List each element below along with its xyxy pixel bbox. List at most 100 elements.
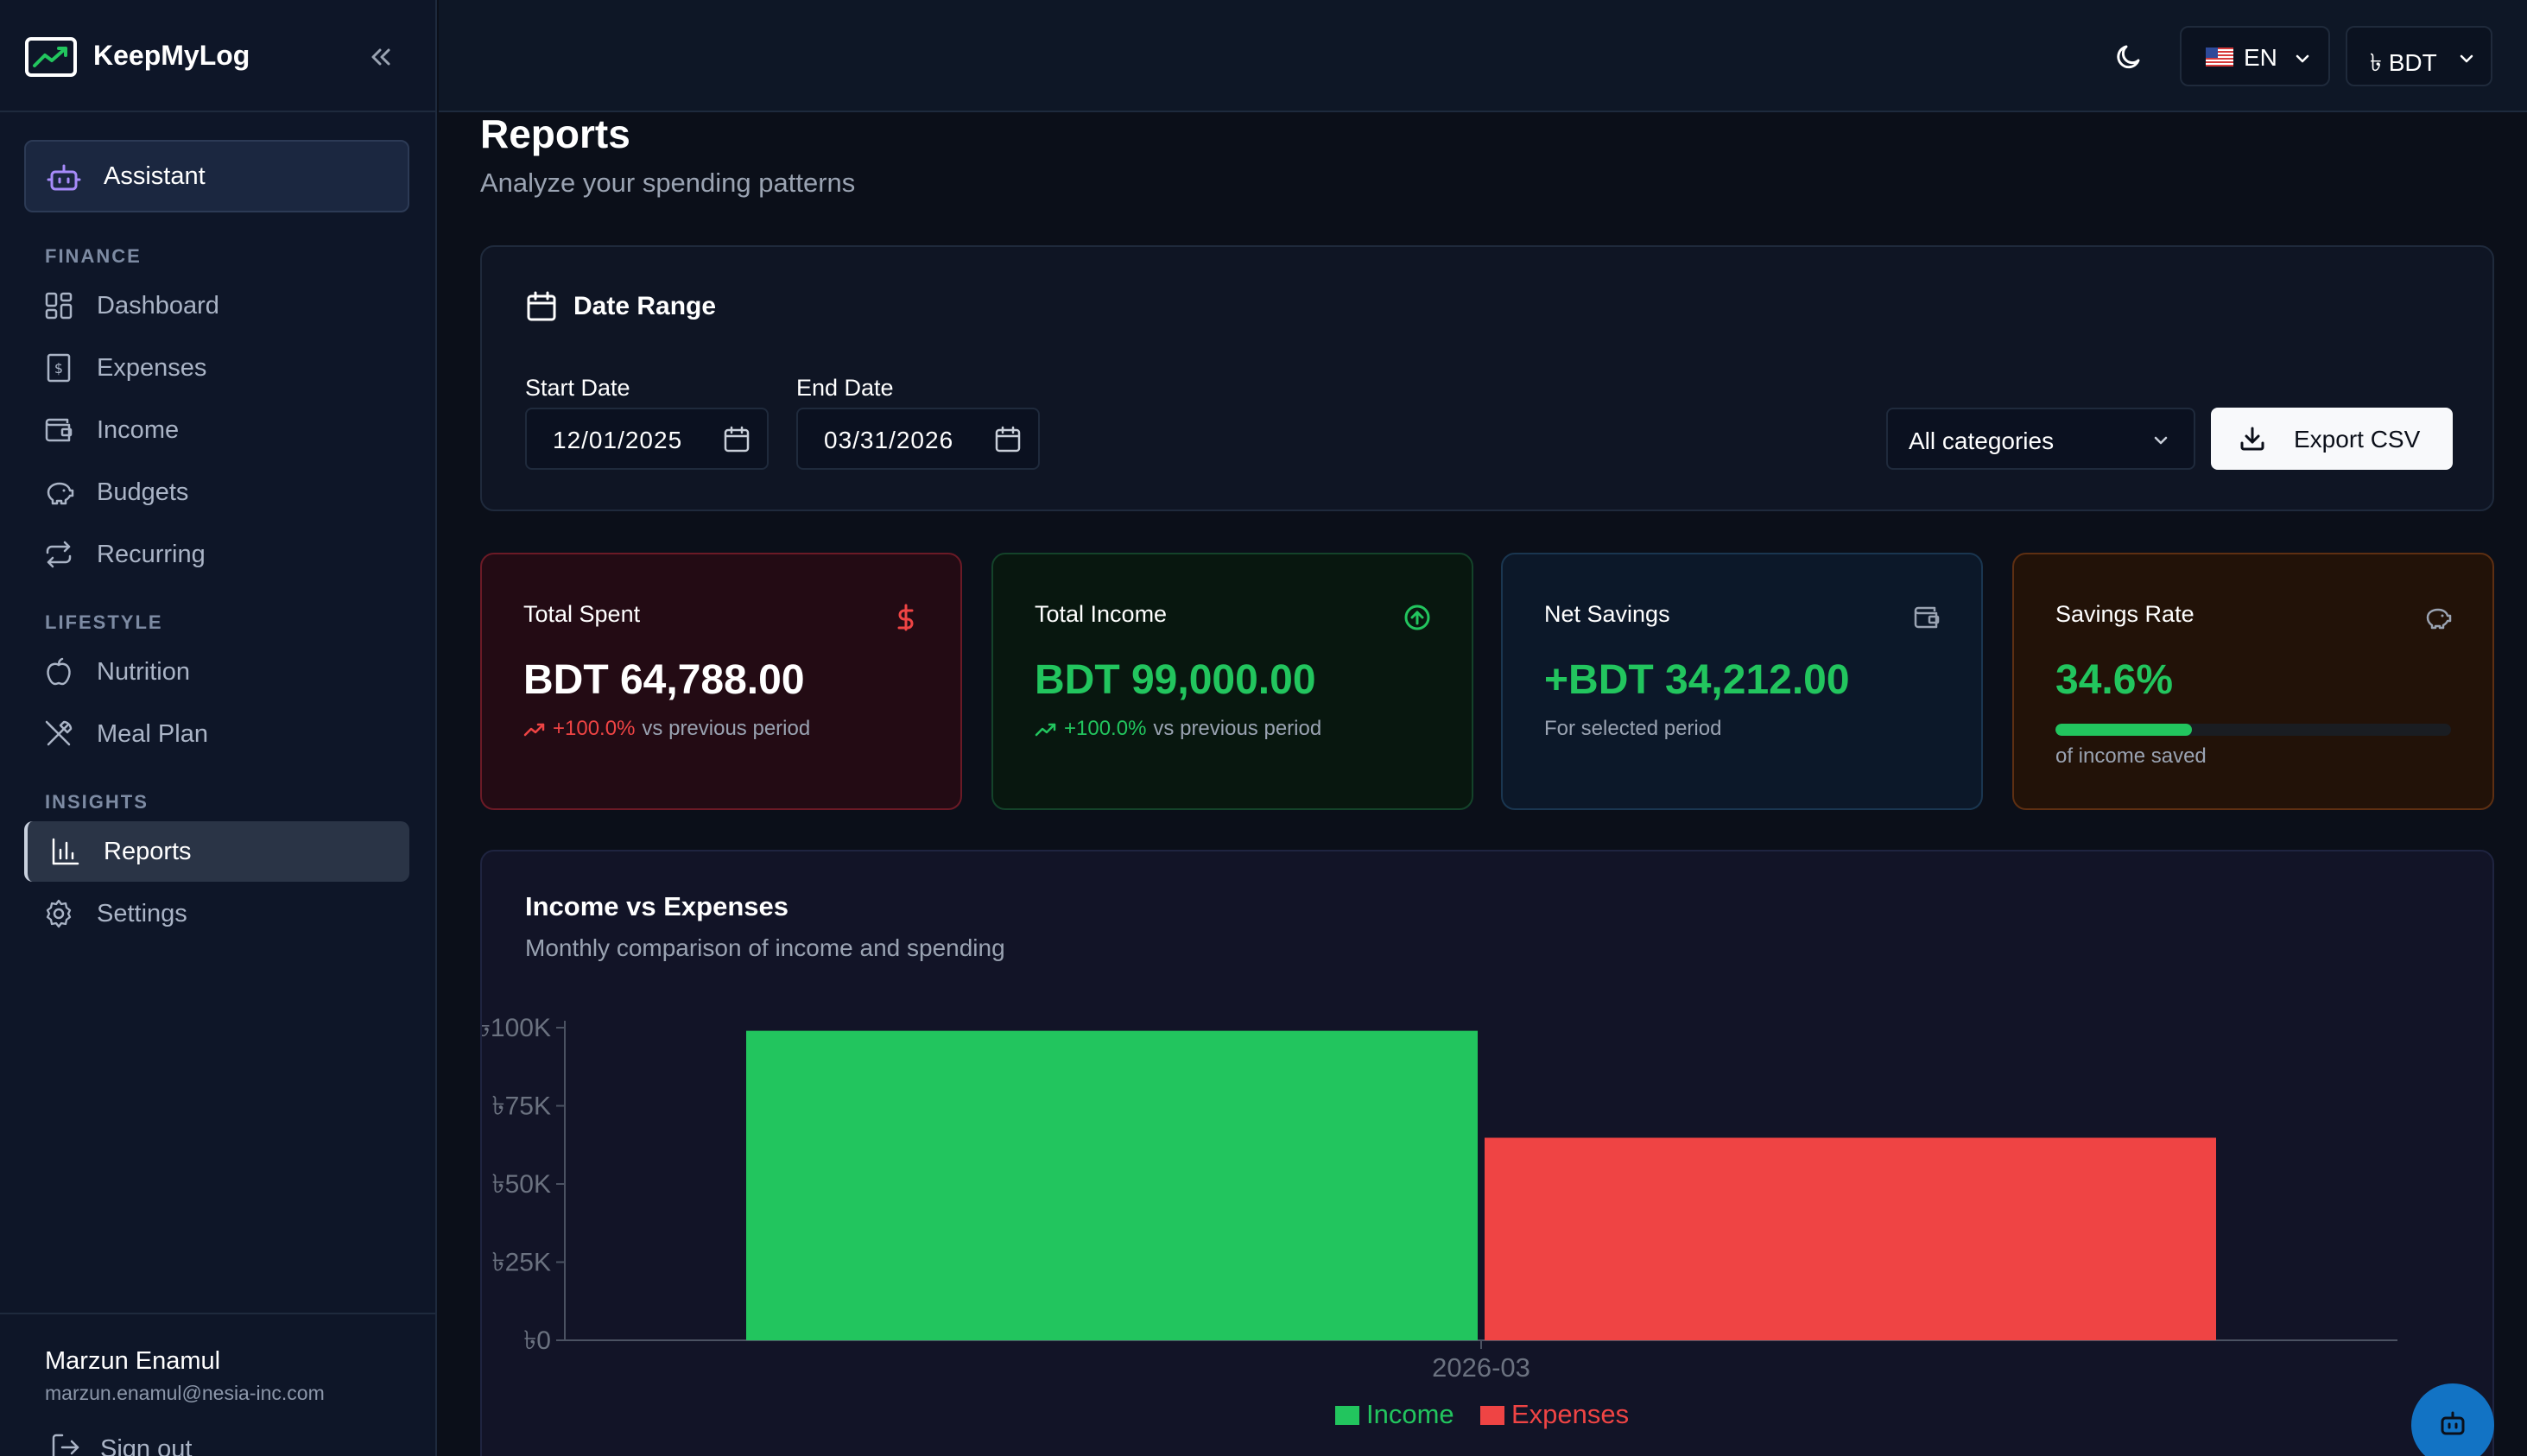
sidebar-item-expenses[interactable]: $ Expenses [24,338,409,398]
download-icon [2240,427,2264,451]
sidebar-item-nutrition[interactable]: Nutrition [24,642,409,702]
export-csv-button[interactable]: Export CSV [2211,408,2453,470]
sidebar-item-label: Income [97,416,180,444]
piggy-bank-icon [47,482,74,505]
us-flag-icon [2206,47,2233,66]
total-spent-card: Total Spent BDT 64,788.00 +100.0% vs prev… [480,553,962,810]
currency-selector[interactable]: ৳ BDT [2346,26,2492,86]
start-date-input[interactable]: 12/01/2025 [525,408,769,470]
chevron-down-icon [2296,54,2309,63]
user-email: marzun.enamul@nesia-inc.com [45,1382,325,1404]
end-date-value: 03/31/2026 [824,427,954,453]
total-spent-change: +100.0% vs previous period [523,717,810,741]
start-date-value: 12/01/2025 [553,427,683,453]
savings-rate-title: Savings Rate [2055,601,2194,627]
y-tick-label: ৳50K [492,1170,551,1199]
sidebar-item-dashboard[interactable]: Dashboard [24,275,409,336]
currency-label: ৳ BDT [2370,49,2437,76]
trending-up-icon [523,723,545,736]
bot-icon [2441,1411,2465,1435]
date-range-card: Date Range Start Date 12/01/2025 End Dat… [480,245,2494,511]
income-vs-expenses-card: Income vs Expenses Monthly comparison of… [480,850,2494,1456]
x-tick-label: 2026-03 [1432,1352,1530,1383]
category-select[interactable]: All categories [1886,408,2195,470]
category-value: All categories [1909,427,2055,454]
legend-swatch-income [1335,1406,1359,1425]
total-spent-value: BDT 64,788.00 [523,657,805,703]
sidebar-item-recurring[interactable]: Recurring [24,524,409,585]
wallet-icon [1914,606,1940,629]
net-savings-value: +BDT 34,212.00 [1544,657,1850,703]
receipt-icon: $ [47,353,71,383]
legend-swatch-expenses [1480,1406,1504,1425]
sidebar-item-reports[interactable]: Reports [24,821,409,882]
sidebar: KeepMyLog Assistant FINANCE Dashboard $ … [0,0,437,1456]
assistant-button[interactable]: Assistant [24,140,409,212]
sidebar-item-settings[interactable]: Settings [24,883,409,944]
wallet-icon [45,418,73,442]
sidebar-item-income[interactable]: Income [24,400,409,460]
sidebar-item-label: Dashboard [97,292,219,320]
user-name: Marzun Enamul [45,1347,221,1375]
sidebar-item-label: Budgets [97,478,189,506]
section-finance: FINANCE [45,245,142,267]
net-savings-title: Net Savings [1544,601,1670,627]
dollar-icon [897,604,914,631]
calendar-icon [527,291,556,321]
arrow-up-circle-icon [1404,605,1430,630]
bar-income-2026-03 [746,1030,1478,1340]
moon-icon[interactable] [2111,38,2149,76]
piggy-bank-icon [2426,608,2452,630]
start-date-label: Start Date [525,375,630,401]
y-tick-label: ৳25K [492,1249,551,1277]
legend-label-expenses: Expenses [1511,1399,1629,1429]
savings-rate-progress [2055,724,2451,736]
brand-header: KeepMyLog [0,0,437,112]
sign-out-button[interactable]: Sign out [45,1432,304,1456]
log-out-icon [52,1434,79,1456]
sidebar-item-label: Recurring [97,541,206,568]
utensils-icon [45,720,73,746]
y-tick-label: ৳0 [523,1326,551,1355]
end-date-input[interactable]: 03/31/2026 [796,408,1040,470]
net-savings-card: Net Savings +BDT 34,212.00 For selected … [1501,553,1983,810]
change-percent: +100.0% [1064,717,1147,740]
sidebar-item-meal-plan[interactable]: Meal Plan [24,704,409,764]
assistant-label: Assistant [104,162,206,190]
calendar-icon[interactable] [722,425,751,454]
legend-label-income: Income [1366,1399,1454,1429]
total-income-value: BDT 99,000.00 [1035,657,1316,703]
income-expenses-bar-chart: ৳0 ৳25K ৳50K ৳75K ৳100K 2026-03 Income Expenses [482,1014,2397,1429]
section-insights: INSIGHTS [45,791,149,813]
bot-icon [47,164,81,191]
change-percent: +100.0% [553,717,636,740]
collapse-sidebar-icon[interactable] [363,41,397,73]
change-suffix: vs previous period [1153,717,1322,740]
date-range-title: Date Range [573,292,717,320]
calendar-icon[interactable] [993,425,1023,454]
sidebar-item-label: Expenses [97,354,207,382]
savings-rate-card: Savings Rate 34.6% of income saved [2012,553,2494,810]
user-panel: Marzun Enamul marzun.enamul@nesia-inc.co… [0,1313,437,1456]
sidebar-item-budgets[interactable]: Budgets [24,462,409,522]
bar-chart-icon [52,838,79,865]
trending-up-icon [1035,723,1056,736]
total-income-card: Total Income BDT 99,000.00 +100.0% vs pre… [991,553,1473,810]
savings-rate-sub: of income saved [2055,744,2207,768]
language-selector[interactable]: EN [2180,26,2330,86]
bar-expenses-2026-03 [1485,1137,2216,1340]
sidebar-item-label: Meal Plan [97,720,208,748]
y-tick-label: ৳75K [492,1092,551,1121]
chevron-down-icon [2460,54,2473,63]
sidebar-item-label: Reports [104,838,192,865]
end-date-label: End Date [796,375,894,401]
trend-chart-logo-icon[interactable] [24,36,78,78]
topbar: EN ৳ BDT [439,0,2527,112]
net-savings-sub: For selected period [1544,717,1722,740]
repeat-icon [46,541,72,568]
total-income-title: Total Income [1035,601,1168,627]
export-csv-label: Export CSV [2294,426,2421,453]
change-suffix: vs previous period [642,717,811,740]
page-subtitle: Analyze your spending patterns [480,168,856,198]
savings-rate-value: 34.6% [2055,657,2174,703]
